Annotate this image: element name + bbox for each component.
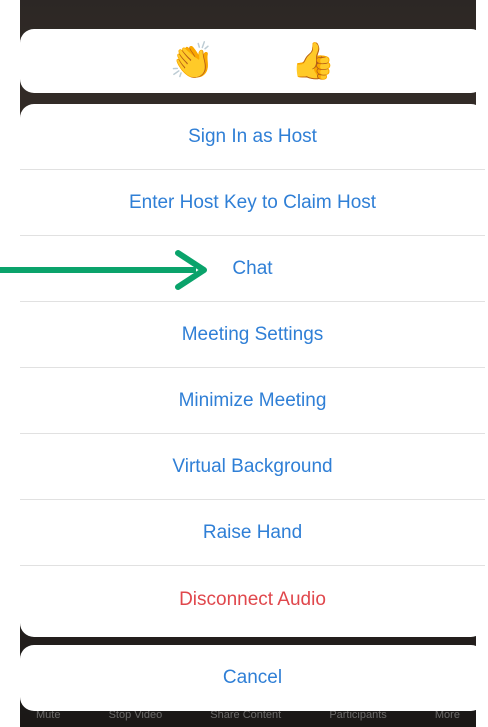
- left-margin: [0, 0, 20, 727]
- chat-button[interactable]: Chat: [20, 236, 485, 302]
- cancel-button[interactable]: Cancel: [20, 645, 485, 711]
- virtual-background-button[interactable]: Virtual Background: [20, 434, 485, 500]
- enter-host-key-button[interactable]: Enter Host Key to Claim Host: [20, 170, 485, 236]
- minimize-meeting-button[interactable]: Minimize Meeting: [20, 368, 485, 434]
- reactions-bar: 👏 👍: [20, 29, 485, 93]
- more-options-menu: Sign In as Host Enter Host Key to Claim …: [20, 104, 485, 637]
- raise-hand-button[interactable]: Raise Hand: [20, 500, 485, 566]
- clapping-hands-icon[interactable]: 👏: [170, 43, 215, 79]
- sign-in-as-host-button[interactable]: Sign In as Host: [20, 104, 485, 170]
- thumbs-up-icon[interactable]: 👍: [291, 43, 336, 79]
- disconnect-audio-button[interactable]: Disconnect Audio: [20, 566, 485, 633]
- meeting-settings-button[interactable]: Meeting Settings: [20, 302, 485, 368]
